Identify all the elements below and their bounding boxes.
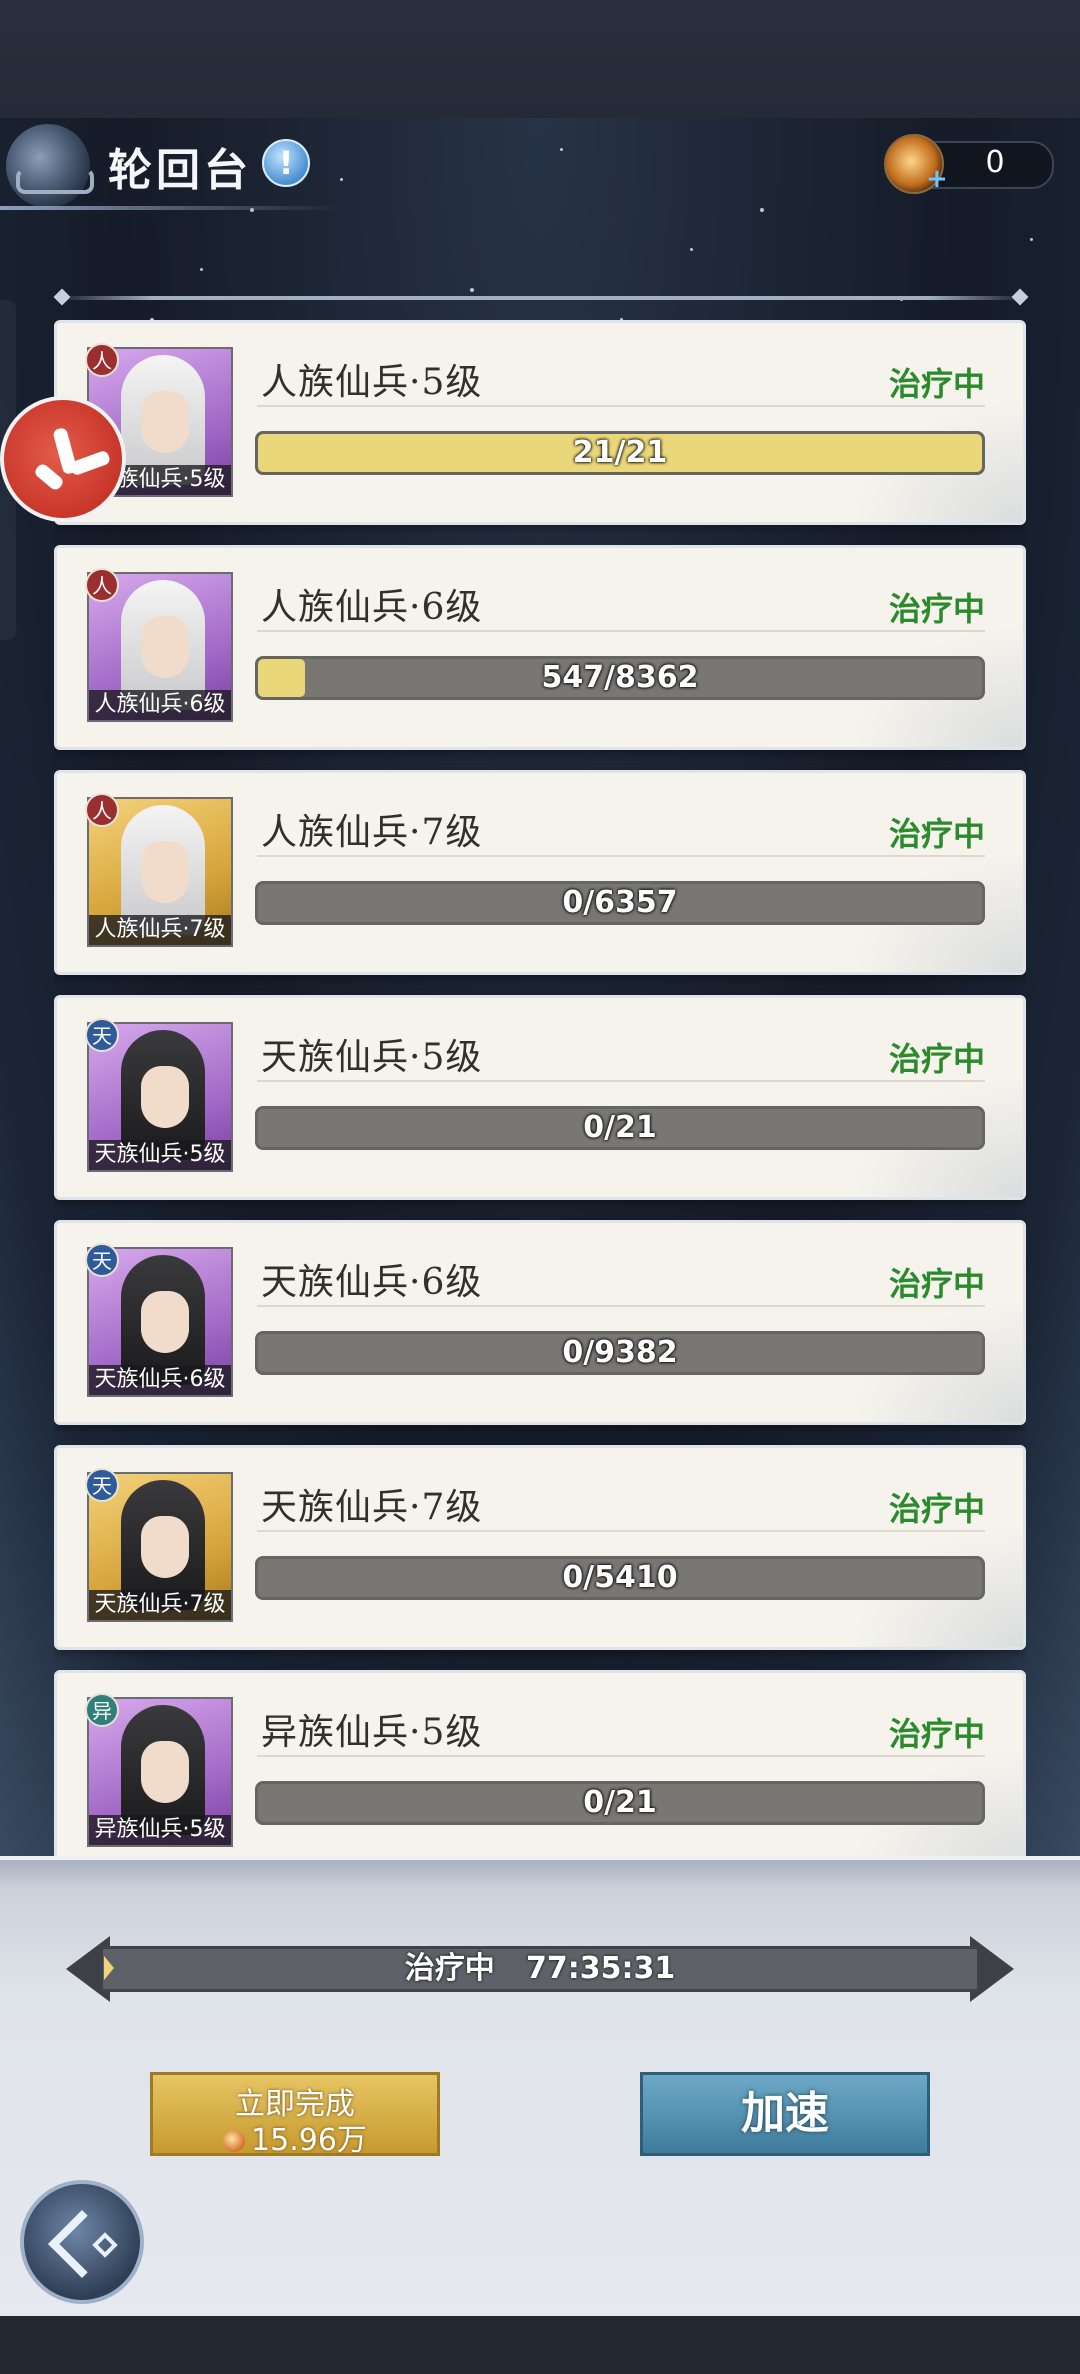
name-underline (257, 630, 985, 632)
unit-name: 人族仙兵·6级 (261, 587, 483, 628)
unit-status: 治疗中 (888, 1490, 985, 1528)
heal-progress-bar: 0/5410 (255, 1556, 985, 1600)
unit-status: 治疗中 (888, 1715, 985, 1753)
gem-icon (223, 2130, 246, 2152)
heal-progress-bar: 0/21 (255, 1781, 985, 1825)
instant-finish-cost-value: 15.96万 (251, 2123, 367, 2158)
heal-progress-bar: 0/6357 (255, 881, 985, 925)
unit-card[interactable]: 人人族仙兵·6级 人族仙兵·6级 治疗中 547/8362 (54, 545, 1026, 750)
star-decoration (560, 148, 563, 151)
unit-name: 天族仙兵·6级 (261, 1262, 483, 1303)
heal-progress-bar: 21/21 (255, 431, 985, 475)
star-decoration (340, 178, 343, 181)
name-underline (257, 1305, 985, 1307)
unit-card[interactable]: 人人族仙兵·5级 人族仙兵·5级 治疗中 21/21 (54, 320, 1026, 525)
page-title: 轮回台 (108, 145, 252, 196)
timer-text: 治疗中 77:35:31 (100, 1948, 980, 1990)
unit-card[interactable]: 异异族仙兵·5级 异族仙兵·5级 治疗中 0/21 (54, 1670, 1026, 1856)
portrait-caption: 人族仙兵·7级 (89, 915, 231, 945)
portrait-caption: 人族仙兵·6级 (89, 690, 231, 720)
name-underline (257, 405, 985, 407)
heal-progress-text: 0/6357 (562, 885, 678, 920)
unit-status: 治疗中 (888, 1040, 985, 1078)
portrait-caption: 天族仙兵·7级 (89, 1590, 231, 1620)
name-underline (257, 855, 985, 857)
heal-progress-text: 0/9382 (562, 1335, 678, 1370)
heal-progress-text: 0/21 (583, 1110, 657, 1145)
back-button[interactable] (20, 2180, 144, 2304)
unit-name: 人族仙兵·5级 (261, 362, 483, 403)
race-badge-icon: 人 (85, 793, 119, 827)
unit-status: 治疗中 (888, 365, 985, 403)
name-underline (257, 1530, 985, 1532)
star-decoration (1030, 238, 1033, 241)
unit-list[interactable]: 人人族仙兵·5级 人族仙兵·5级 治疗中 21/21 人人族仙兵·6级 人族仙兵·6级 治疗… (54, 320, 1026, 1856)
heal-progress-bar: 0/21 (255, 1106, 985, 1150)
title-underline (0, 206, 340, 210)
race-badge-icon: 人 (85, 343, 119, 377)
unit-name: 人族仙兵·7级 (261, 812, 483, 853)
race-badge-icon: 异 (85, 1693, 119, 1727)
unit-name: 异族仙兵·5级 (261, 1712, 483, 1753)
unit-card[interactable]: 天天族仙兵·6级 天族仙兵·6级 治疗中 0/9382 (54, 1220, 1026, 1425)
unit-card[interactable]: 天天族仙兵·7级 天族仙兵·7级 治疗中 0/5410 (54, 1445, 1026, 1650)
unit-name: 天族仙兵·5级 (261, 1037, 483, 1078)
floating-assistant-icon[interactable] (0, 396, 126, 522)
portrait-caption: 天族仙兵·6级 (89, 1365, 231, 1395)
unit-name: 天族仙兵·7级 (261, 1487, 483, 1528)
timer-value: 77:35:31 (526, 1951, 676, 1986)
instant-finish-button[interactable]: 立即完成 15.96万 (150, 2072, 440, 2159)
unit-status: 治疗中 (888, 1265, 985, 1303)
header-divider (56, 296, 1026, 300)
race-badge-icon: 天 (85, 1018, 119, 1052)
heal-progress-bar: 547/8362 (255, 656, 985, 700)
unit-card[interactable]: 人人族仙兵·7级 人族仙兵·7级 治疗中 0/6357 (54, 770, 1026, 975)
speed-up-button[interactable]: 加速 (640, 2072, 930, 2156)
unit-status: 治疗中 (888, 590, 985, 628)
name-underline (257, 1080, 985, 1082)
portrait-caption: 天族仙兵·5级 (89, 1140, 231, 1170)
timer-status: 治疗中 (404, 1951, 495, 1986)
star-decoration (470, 288, 474, 292)
heal-progress-text: 0/21 (583, 1785, 657, 1820)
name-underline (257, 1755, 985, 1757)
star-decoration (200, 268, 203, 271)
unit-card[interactable]: 天天族仙兵·5级 天族仙兵·5级 治疗中 0/21 (54, 995, 1026, 1200)
unit-status: 治疗中 (888, 815, 985, 853)
top-strip (0, 0, 1080, 118)
system-nav-bar (0, 2316, 1080, 2374)
race-badge-icon: 天 (85, 1243, 119, 1277)
heal-progress-text: 0/5410 (562, 1560, 678, 1595)
currency-value: 0 (985, 145, 1005, 180)
title-emblem-icon (6, 124, 94, 208)
race-badge-icon: 人 (85, 568, 119, 602)
star-decoration (760, 208, 764, 212)
instant-finish-cost: 15.96万 (153, 2115, 437, 2159)
add-currency-icon[interactable]: + (926, 164, 948, 194)
info-icon[interactable]: ! (262, 139, 310, 187)
heal-progress-text: 547/8362 (541, 660, 699, 695)
heal-progress-text: 21/21 (572, 435, 668, 470)
race-badge-icon: 天 (85, 1468, 119, 1502)
star-decoration (690, 248, 693, 251)
portrait-caption: 异族仙兵·5级 (89, 1815, 231, 1845)
heal-progress-bar: 0/9382 (255, 1331, 985, 1375)
